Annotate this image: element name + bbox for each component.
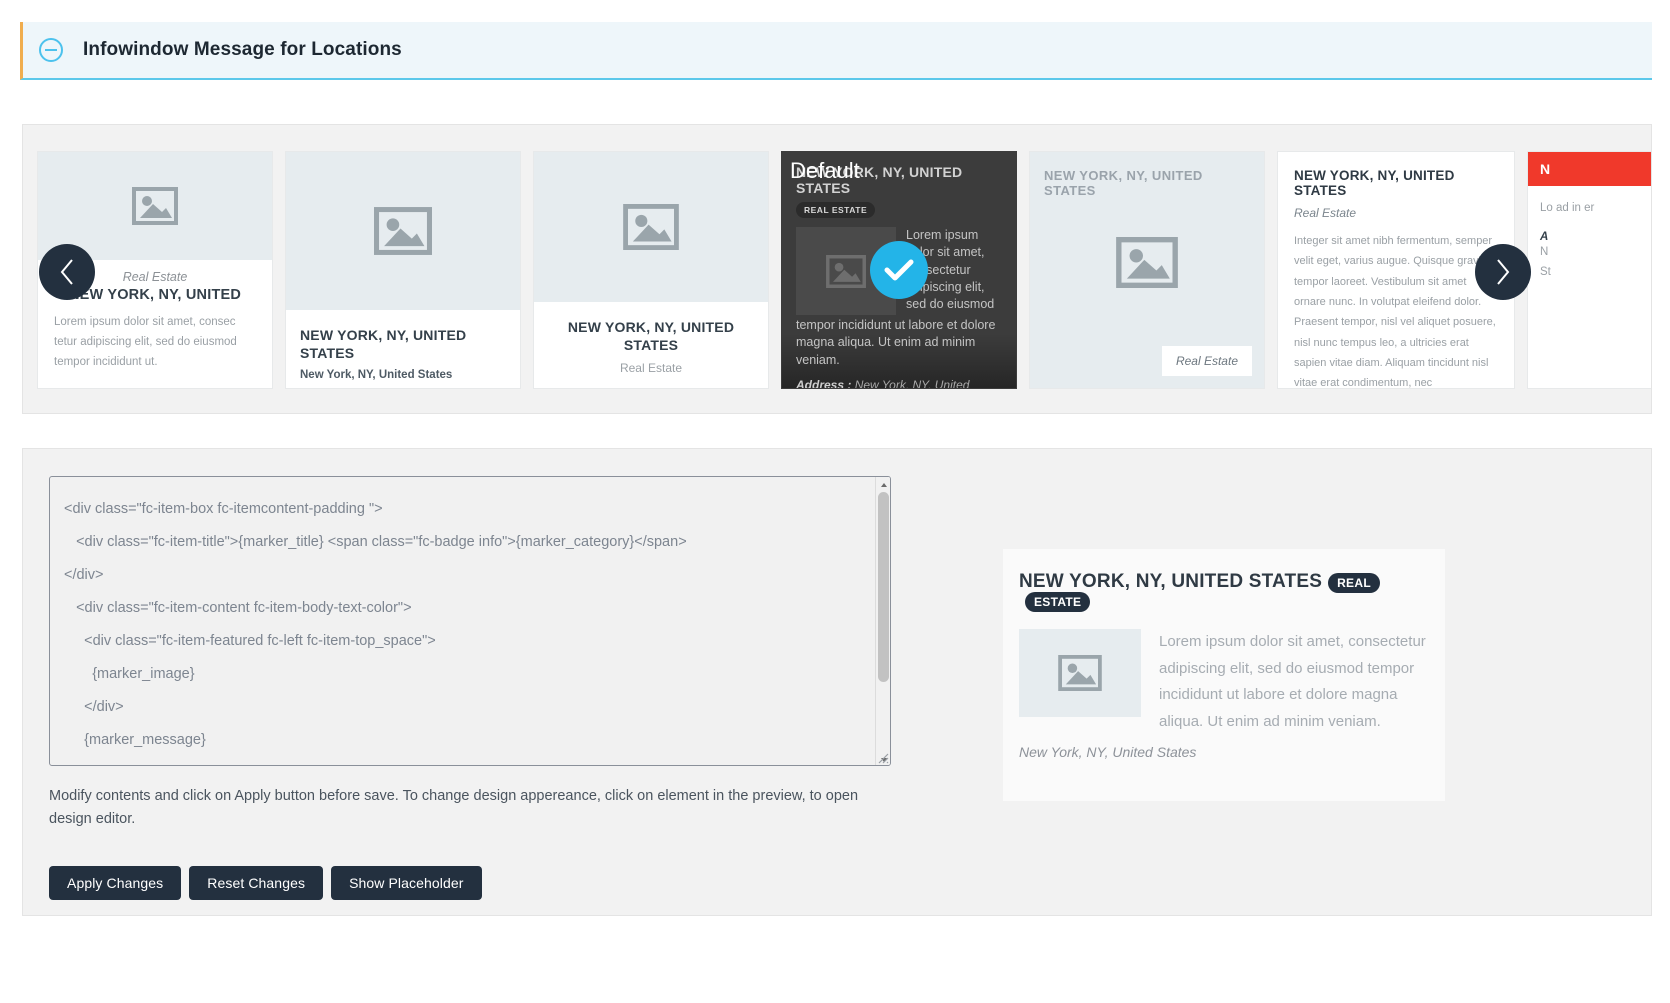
page-title: Infowindow Message for Locations	[83, 39, 402, 60]
reset-changes-button[interactable]: Reset Changes	[189, 866, 324, 900]
template-7-address-label: A	[1540, 231, 1549, 244]
image-placeholder-icon	[623, 204, 679, 250]
template-7-address: A N St	[1540, 231, 1651, 282]
template-2-body: NEW YORK, NY, UNITED STATES New York, NY…	[286, 310, 520, 388]
template-2-image	[286, 152, 520, 310]
template-6-category: Real Estate	[1294, 206, 1357, 220]
template-6-title: NEW YORK, NY, UNITED STATES	[1294, 168, 1455, 198]
preview-address: New York, NY, United States	[1019, 743, 1197, 760]
template-7-title: N	[1528, 152, 1651, 186]
template-2-title: NEW YORK, NY, UNITED STATES	[300, 327, 467, 362]
image-placeholder-icon	[1116, 236, 1178, 288]
chevron-right-icon	[1497, 259, 1510, 285]
check-icon	[884, 259, 914, 281]
carousel-prev-button[interactable]	[39, 244, 95, 300]
template-4-address-label: Address :	[796, 377, 852, 389]
template-6-text: Integer sit amet nibh fermentum, semper …	[1294, 235, 1496, 389]
textarea-resize-handle[interactable]	[875, 750, 889, 764]
template-1-text: Lorem ipsum dolor sit amet, consec tetur…	[54, 315, 237, 369]
panel-header: Infowindow Message for Locations	[20, 22, 1652, 80]
preview-title: NEW YORK, NY, UNITED STATES	[1019, 571, 1323, 592]
show-placeholder-button[interactable]: Show Placeholder	[331, 866, 482, 900]
code-editor-text[interactable]: <div class="fc-item-box fc-itemcontent-p…	[50, 477, 876, 765]
scrollbar-thumb[interactable]	[878, 492, 889, 682]
template-card-4-default[interactable]: NEW YORK, NY, UNITED STATES REAL ESTATE …	[781, 151, 1017, 389]
image-placeholder-icon	[374, 207, 432, 255]
resize-grip-icon	[878, 753, 889, 764]
editor-section: <div class="fc-item-box fc-itemcontent-p…	[22, 448, 1652, 916]
template-4-badge: REAL ESTATE	[796, 202, 876, 218]
template-7-address-line1: N	[1540, 246, 1549, 259]
preview-body: Lorem ipsum dolor sit amet, consectetur …	[1019, 629, 1429, 736]
code-editor-scrollbar[interactable]	[875, 477, 890, 765]
template-7-body: Lo ad in er A N St	[1528, 186, 1651, 294]
template-card-7[interactable]: N Lo ad in er A N St	[1527, 151, 1651, 389]
template-3-body: NEW YORK, NY, UNITED STATES Real Estate	[534, 302, 768, 388]
editor-button-row: Apply Changes Reset Changes Show Placeho…	[49, 866, 482, 900]
template-3-image	[534, 152, 768, 302]
preview-image	[1019, 629, 1141, 717]
template-4-address: Address : New York, NY, United States	[796, 377, 1002, 389]
infowindow-preview[interactable]: NEW YORK, NY, UNITED STATES REAL ESTATE L…	[1003, 549, 1445, 801]
selected-template-label: Default	[790, 158, 860, 183]
template-card-5[interactable]: NEW YORK, NY, UNITED STATES Real Estate	[1029, 151, 1265, 389]
image-placeholder-icon	[1058, 655, 1102, 691]
template-5-image	[1030, 198, 1264, 326]
minus-circle-icon[interactable]	[39, 38, 63, 62]
template-7-address-line2: St	[1540, 265, 1551, 278]
image-placeholder-icon	[132, 187, 178, 225]
editor-help-text: Modify contents and click on Apply butto…	[49, 788, 859, 828]
template-3-title: NEW YORK, NY, UNITED STATES	[567, 319, 735, 354]
template-card-3[interactable]: NEW YORK, NY, UNITED STATES Real Estate	[533, 151, 769, 389]
scroll-up-arrow-icon[interactable]	[876, 477, 890, 492]
carousel-next-button[interactable]	[1475, 244, 1531, 300]
selected-check-icon[interactable]	[870, 241, 928, 299]
template-4-text-flow: tempor incididunt ut labore et dolore ma…	[796, 318, 996, 367]
template-carousel-track: Real Estate NEW YORK, NY, UNITED Lorem i…	[37, 151, 1651, 391]
chevron-left-icon	[60, 259, 73, 285]
template-carousel: Real Estate NEW YORK, NY, UNITED Lorem i…	[22, 124, 1652, 414]
template-card-2[interactable]: NEW YORK, NY, UNITED STATES New York, NY…	[285, 151, 521, 389]
image-placeholder-icon	[826, 254, 866, 288]
template-5-category: Real Estate	[1161, 346, 1252, 376]
apply-changes-button[interactable]: Apply Changes	[49, 866, 182, 900]
preview-heading-line: NEW YORK, NY, UNITED STATES REAL ESTATE	[1019, 571, 1429, 612]
template-3-category: Real Estate	[619, 361, 683, 376]
template-5-title: NEW YORK, NY, UNITED STATES	[1044, 168, 1203, 198]
code-editor[interactable]: <div class="fc-item-box fc-itemcontent-p…	[49, 476, 891, 766]
template-2-subtitle: New York, NY, United States	[300, 369, 453, 382]
template-7-text: Lo ad in er	[1540, 202, 1595, 214]
